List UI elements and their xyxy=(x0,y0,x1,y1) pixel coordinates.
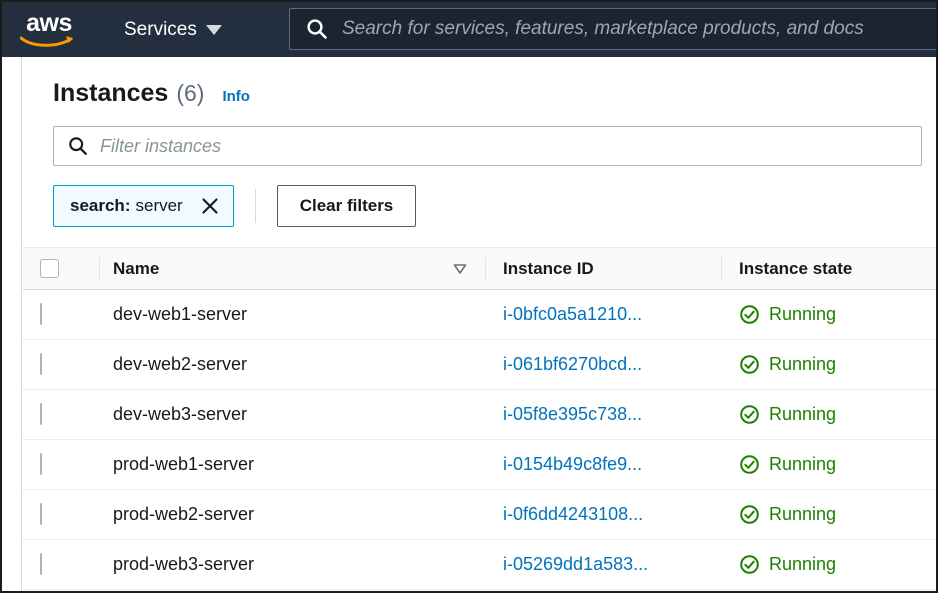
instances-table: Name Instance ID Instance state dev-web1… xyxy=(23,247,936,590)
table-row[interactable]: dev-web1-server i-0bfc0a5a1210... Running xyxy=(23,289,936,340)
row-select-cell xyxy=(23,289,99,340)
cell-instance-id: i-0bfc0a5a1210... xyxy=(485,289,721,340)
instance-id-link[interactable]: i-0154b49c8fe9... xyxy=(503,454,642,474)
column-divider xyxy=(485,257,486,280)
filter-row: Filter instances xyxy=(23,108,936,166)
close-icon[interactable] xyxy=(200,196,220,216)
status-running-icon xyxy=(740,405,759,424)
row-checkbox[interactable] xyxy=(40,353,42,375)
status-badge: Running xyxy=(769,304,837,324)
cell-instance-state: Running xyxy=(721,289,936,340)
aws-console-window: aws Services Search for services, featur… xyxy=(0,0,938,593)
cell-name: dev-web3-server xyxy=(99,389,485,440)
page-title: Instances xyxy=(53,79,169,107)
column-divider xyxy=(99,257,100,280)
column-header-name: Name xyxy=(113,258,160,278)
row-select-cell xyxy=(23,439,99,490)
active-filters-row: search: server Clear filters xyxy=(23,166,936,227)
instance-id-link[interactable]: i-0bfc0a5a1210... xyxy=(503,304,642,324)
cell-instance-id: i-0f6dd4243108... xyxy=(485,489,721,540)
row-select-cell xyxy=(23,339,99,390)
status-badge: Running xyxy=(769,504,837,524)
instance-id-link[interactable]: i-05f8e395c738... xyxy=(503,404,642,424)
table-row[interactable]: dev-web2-server i-061bf6270bcd... Running xyxy=(23,339,936,390)
column-name[interactable]: Name xyxy=(99,247,485,290)
table-body: dev-web1-server i-0bfc0a5a1210... Running d… xyxy=(23,289,936,590)
status-badge: Running xyxy=(769,354,837,374)
instance-id-link[interactable]: i-05269dd1a583... xyxy=(503,554,648,574)
instances-page: Instances (6) Info Filter instances sear… xyxy=(23,57,936,591)
table-row[interactable]: prod-web2-server i-0f6dd4243108... Running xyxy=(23,489,936,540)
filter-instances-input[interactable]: Filter instances xyxy=(53,126,922,166)
column-instance-state: Instance state xyxy=(721,247,936,290)
cell-instance-id: i-0154b49c8fe9... xyxy=(485,439,721,490)
cell-instance-id: i-05f8e395c738... xyxy=(485,389,721,440)
row-select-cell xyxy=(23,489,99,540)
table-header-row: Name Instance ID Instance state xyxy=(23,247,936,290)
filter-divider xyxy=(254,189,256,223)
info-link[interactable]: Info xyxy=(222,88,250,105)
filter-token-search-server[interactable]: search: server xyxy=(53,185,234,227)
table-row[interactable]: prod-web3-server i-05269dd1a583... Running xyxy=(23,539,936,590)
cell-name: prod-web2-server xyxy=(99,489,485,540)
column-divider xyxy=(721,257,722,280)
row-checkbox[interactable] xyxy=(40,553,42,575)
cell-instance-id: i-061bf6270bcd... xyxy=(485,339,721,390)
instances-table-container: Name Instance ID Instance state dev-web1… xyxy=(23,247,936,590)
row-select-cell xyxy=(23,539,99,590)
aws-logo[interactable]: aws xyxy=(18,8,80,48)
chevron-down-icon xyxy=(205,24,222,35)
cell-name: prod-web1-server xyxy=(99,439,485,490)
cell-instance-state: Running xyxy=(721,389,936,440)
page-header: Instances (6) Info xyxy=(23,57,936,108)
table-row[interactable]: prod-web1-server i-0154b49c8fe9... Running xyxy=(23,439,936,490)
cell-name: dev-web2-server xyxy=(99,339,485,390)
cell-instance-state: Running xyxy=(721,439,936,490)
row-checkbox[interactable] xyxy=(40,453,42,475)
filter-input-placeholder: Filter instances xyxy=(100,135,222,156)
sort-descending-icon xyxy=(453,263,467,274)
status-running-icon xyxy=(740,305,759,324)
row-checkbox[interactable] xyxy=(40,403,42,425)
status-badge: Running xyxy=(769,554,837,574)
table-row[interactable]: dev-web3-server i-05f8e395c738... Running xyxy=(23,389,936,440)
row-select-cell xyxy=(23,389,99,440)
clear-filters-button[interactable]: Clear filters xyxy=(276,185,417,227)
cell-instance-state: Running xyxy=(721,339,936,390)
table-head: Name Instance ID Instance state xyxy=(23,247,936,290)
status-badge: Running xyxy=(769,404,837,424)
row-checkbox[interactable] xyxy=(40,303,42,325)
instances-count: (6) xyxy=(176,80,205,106)
search-icon xyxy=(307,19,327,39)
select-all-checkbox[interactable] xyxy=(40,259,59,278)
column-instance-id: Instance ID xyxy=(485,247,721,290)
status-running-icon xyxy=(740,455,759,474)
column-select-all xyxy=(23,247,99,290)
column-header-instance-state: Instance state xyxy=(739,258,853,278)
aws-logo-text: aws xyxy=(26,8,72,37)
cell-name: prod-web3-server xyxy=(99,539,485,590)
instance-id-link[interactable]: i-0f6dd4243108... xyxy=(503,504,643,524)
cell-instance-id: i-05269dd1a583... xyxy=(485,539,721,590)
top-navigation-bar: aws Services Search for services, featur… xyxy=(2,2,936,57)
cell-instance-state: Running xyxy=(721,489,936,540)
status-running-icon xyxy=(740,555,759,574)
filter-token-value: server xyxy=(135,196,183,215)
search-icon xyxy=(69,137,87,155)
column-header-instance-id: Instance ID xyxy=(503,258,594,278)
services-menu[interactable]: Services xyxy=(124,19,222,41)
cell-name: dev-web1-server xyxy=(99,289,485,340)
status-running-icon xyxy=(740,505,759,524)
status-running-icon xyxy=(740,355,759,374)
instance-id-link[interactable]: i-061bf6270bcd... xyxy=(503,354,642,374)
filter-token-key: search: xyxy=(70,196,131,215)
status-badge: Running xyxy=(769,454,837,474)
cell-instance-state: Running xyxy=(721,539,936,590)
row-checkbox[interactable] xyxy=(40,503,42,525)
global-search-placeholder: Search for services, features, marketpla… xyxy=(342,18,864,39)
aws-logo-swoosh-icon xyxy=(20,35,73,47)
global-search-box[interactable]: Search for services, features, marketpla… xyxy=(289,8,936,50)
left-navigation-rail xyxy=(2,57,22,591)
services-menu-label: Services xyxy=(124,18,197,40)
